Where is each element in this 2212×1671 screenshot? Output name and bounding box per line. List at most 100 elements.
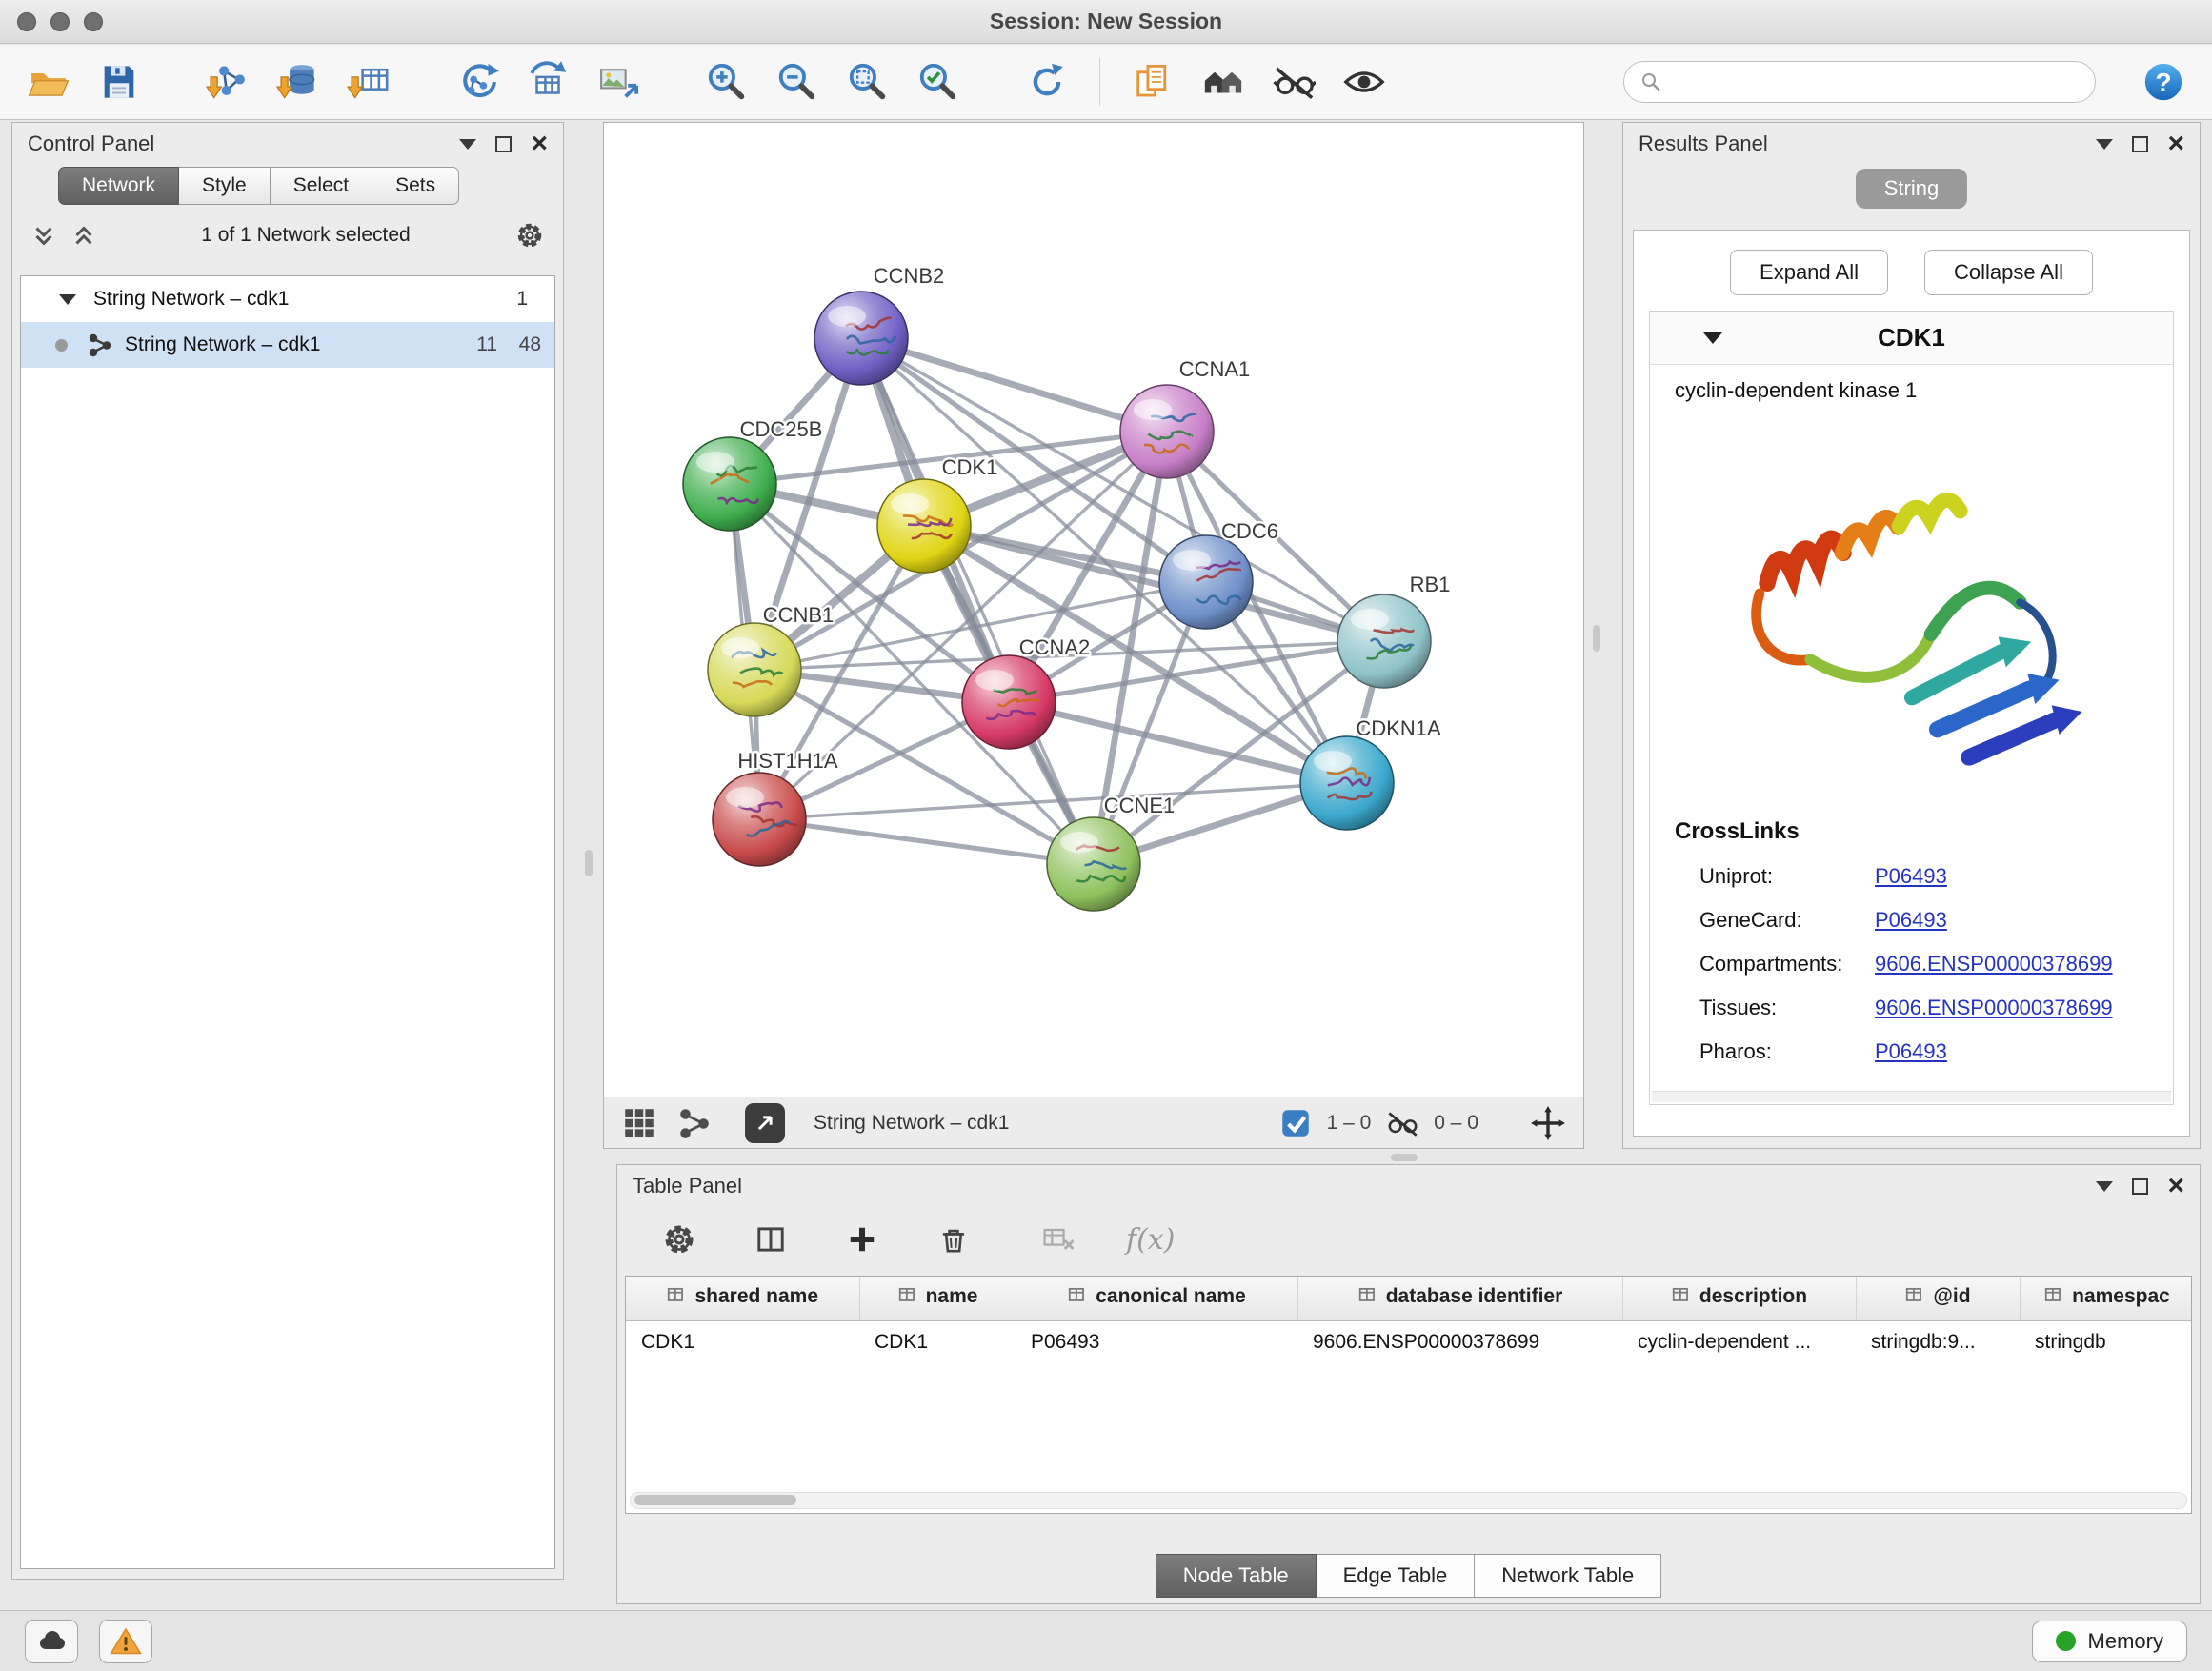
- export-image-button[interactable]: [594, 55, 642, 109]
- close-button[interactable]: [17, 12, 36, 31]
- gear-icon[interactable]: [513, 219, 546, 252]
- splitter-handle[interactable]: [1593, 625, 1600, 652]
- results-panel: Results Panel × String Expand All Collap…: [1622, 122, 2201, 1149]
- expand-all-icon[interactable]: [70, 221, 98, 250]
- warnings-button[interactable]: [99, 1620, 152, 1663]
- zoom-fit-button[interactable]: [844, 55, 892, 109]
- zoom-in-button[interactable]: [703, 55, 751, 109]
- close-panel-icon[interactable]: ×: [531, 130, 548, 158]
- tab-network-table[interactable]: Network Table: [1475, 1554, 1661, 1598]
- scrollbar-thumb[interactable]: [634, 1495, 796, 1505]
- show-columns-button[interactable]: [747, 1213, 794, 1266]
- tab-network[interactable]: Network: [58, 167, 179, 205]
- hidden-glasses-icon[interactable]: [1384, 1105, 1420, 1141]
- network-overview-icon[interactable]: [676, 1105, 713, 1141]
- collapse-section-icon[interactable]: [1703, 332, 1722, 344]
- function-builder-button[interactable]: f(x): [1126, 1223, 1175, 1257]
- tab-node-table[interactable]: Node Table: [1156, 1554, 1317, 1598]
- results-scrollbar[interactable]: [1652, 1091, 2171, 1102]
- table-options-button[interactable]: [655, 1213, 703, 1266]
- import-table-file-button[interactable]: [345, 55, 392, 109]
- minimize-button[interactable]: [50, 12, 70, 31]
- zoom-out-button[interactable]: [774, 55, 821, 109]
- import-network-database-button[interactable]: [274, 55, 322, 109]
- protein-section-header[interactable]: CDK1: [1650, 312, 2173, 365]
- tab-select[interactable]: Select: [271, 167, 372, 205]
- home-views-button[interactable]: [1199, 55, 1247, 109]
- close-panel-icon[interactable]: ×: [2167, 1172, 2184, 1200]
- cloud-status-button[interactable]: [25, 1620, 78, 1663]
- network-node-CDK1[interactable]: CDK1: [877, 455, 997, 573]
- panel-menu-icon[interactable]: [2096, 139, 2113, 150]
- network-row[interactable]: String Network – cdk1 11 48: [21, 322, 554, 368]
- network-node-HIST1H1A[interactable]: HIST1H1A: [713, 749, 838, 866]
- export-view-button[interactable]: [745, 1103, 785, 1143]
- network-node-label: CCNB2: [874, 264, 945, 288]
- network-canvas[interactable]: CCNB2CCNA1CDC25BCDK1CDC6RB1CCNB1CCNA2CDK…: [604, 123, 1583, 1097]
- column-header-namespac[interactable]: namespac: [2020, 1277, 2192, 1320]
- copy-document-button[interactable]: [1129, 55, 1176, 109]
- tab-style[interactable]: Style: [179, 167, 271, 205]
- splitter-handle[interactable]: [585, 850, 593, 876]
- table-panel: Table Panel ×: [616, 1164, 2201, 1604]
- table-arrow-icon: [526, 60, 570, 104]
- column-sort-icon: [1357, 1285, 1378, 1312]
- collapse-all-button[interactable]: Collapse All: [1924, 250, 2093, 295]
- column-header-description[interactable]: description: [1622, 1277, 1856, 1320]
- open-session-button[interactable]: [25, 55, 72, 109]
- help-button[interactable]: ?: [2140, 55, 2187, 109]
- collapse-all-icon[interactable]: [30, 221, 58, 250]
- panel-menu-icon[interactable]: [2096, 1181, 2113, 1192]
- column-header--id[interactable]: @id: [1856, 1277, 2020, 1320]
- crosslink-link[interactable]: 9606.ENSP00000378699: [1875, 952, 2113, 976]
- close-panel-icon[interactable]: ×: [2167, 130, 2184, 158]
- zoom-window-button[interactable]: [84, 12, 103, 31]
- crosslink-link[interactable]: P06493: [1875, 908, 1947, 933]
- tab-sets[interactable]: Sets: [372, 167, 459, 205]
- show-elements-button[interactable]: [1340, 55, 1388, 109]
- column-header-shared-name[interactable]: shared name: [626, 1277, 859, 1320]
- column-header-database-identifier[interactable]: database identifier: [1297, 1277, 1622, 1320]
- float-window-icon[interactable]: [2132, 1178, 2148, 1195]
- panel-menu-icon[interactable]: [459, 139, 476, 150]
- float-window-icon[interactable]: [495, 136, 512, 152]
- table-cell: 9606.ENSP00000378699: [1297, 1320, 1622, 1364]
- tab-edge-table[interactable]: Edge Table: [1317, 1554, 1476, 1598]
- selected-checkbox-icon[interactable]: [1277, 1105, 1314, 1141]
- delete-column-button[interactable]: [930, 1213, 977, 1266]
- new-network-button[interactable]: [453, 55, 501, 109]
- string-results-tab[interactable]: String: [1856, 169, 1967, 209]
- zoom-selected-button[interactable]: [915, 55, 962, 109]
- zoom-selected-icon: [916, 60, 960, 104]
- column-header-canonical-name[interactable]: canonical name: [1016, 1277, 1297, 1320]
- expand-all-button[interactable]: Expand All: [1730, 250, 1888, 295]
- network-node-RB1[interactable]: RB1: [1337, 573, 1450, 688]
- crosslink-link[interactable]: 9606.ENSP00000378699: [1875, 996, 2113, 1020]
- birdseye-view-icon[interactable]: [621, 1105, 657, 1141]
- crosslink-link[interactable]: P06493: [1875, 1039, 1947, 1064]
- table-row[interactable]: CDK1CDK1P064939606.ENSP00000378699cyclin…: [626, 1320, 2192, 1364]
- hide-elements-button[interactable]: [1270, 55, 1317, 109]
- delete-table-button-disabled[interactable]: [1035, 1213, 1082, 1266]
- network-node-CCNB2[interactable]: CCNB2: [814, 264, 944, 385]
- apply-layout-button[interactable]: [1023, 55, 1071, 109]
- column-header-name[interactable]: name: [859, 1277, 1016, 1320]
- new-table-button[interactable]: [524, 55, 572, 109]
- import-network-file-button[interactable]: [204, 55, 251, 109]
- node-table-container: shared namenamecanonical namedatabase id…: [625, 1276, 2192, 1514]
- memory-status-icon: [2056, 1631, 2076, 1651]
- network-node-CCNB1[interactable]: CCNB1: [708, 603, 834, 716]
- pan-crosshair-icon[interactable]: [1530, 1105, 1566, 1141]
- splitter-handle[interactable]: [1391, 1154, 1418, 1161]
- disclosure-triangle-icon[interactable]: [59, 294, 76, 305]
- save-session-button[interactable]: [95, 55, 143, 109]
- float-window-icon[interactable]: [2132, 136, 2148, 152]
- network-collection-count: 1: [516, 288, 528, 311]
- crosslink-link[interactable]: P06493: [1875, 864, 1947, 889]
- memory-button[interactable]: Memory: [2032, 1621, 2187, 1662]
- network-collection-row[interactable]: String Network – cdk1 1: [21, 276, 554, 322]
- node-count: 11: [453, 333, 497, 356]
- create-column-button[interactable]: [838, 1213, 886, 1266]
- search-input[interactable]: [1670, 70, 2080, 93]
- network-node-CCNA1[interactable]: CCNA1: [1120, 357, 1250, 478]
